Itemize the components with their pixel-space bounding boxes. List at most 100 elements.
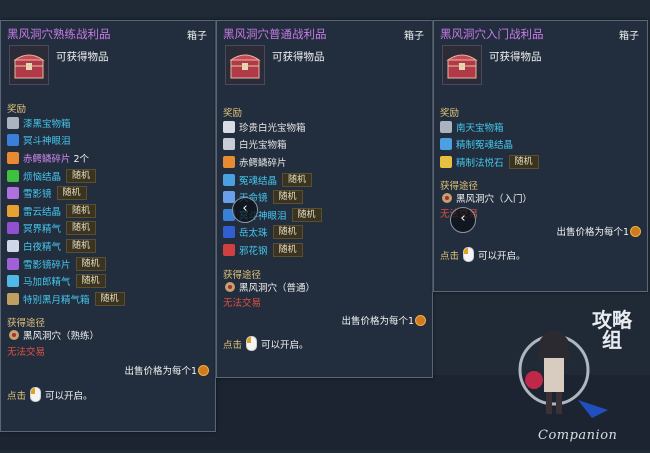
- random-badge: 随机: [66, 238, 97, 253]
- list-item[interactable]: 马加郎精气 随机: [7, 272, 125, 290]
- reward-list: 漆黑宝物箱 冥斗神眼泪 赤鳄鳞碎片 2个 烦恼结晶 随机 雪影镜 随机 雷云结晶 随机 …: [7, 114, 125, 308]
- magalang-spirit-icon: [7, 275, 19, 288]
- random-badge: 随机: [94, 291, 125, 306]
- random-badge: 随机: [56, 186, 87, 201]
- companion-chinese-label: 攻略组: [592, 308, 632, 352]
- list-item[interactable]: 南天宝物箱: [440, 118, 539, 136]
- list-item[interactable]: 邪花钢 随机: [223, 241, 322, 259]
- reward-list: 南天宝物箱 精制冤魂结晶 精制法悦石 随机: [440, 118, 539, 171]
- tear-icon: [7, 134, 19, 147]
- list-item[interactable]: 雷云结晶 随机: [7, 202, 125, 220]
- list-item[interactable]: 赤鳄鳞碎片: [223, 153, 322, 171]
- list-item[interactable]: 冥界精气 随机: [7, 220, 125, 238]
- cloud-crystal-icon: [7, 204, 19, 217]
- chest-icon: [225, 45, 265, 85]
- source-line: 黑风洞穴（熟练）: [9, 328, 99, 342]
- steel-icon: [223, 243, 235, 256]
- tooltip-panel-proficient: 黑风洞穴熟练战利品 箱子 可获得物品 奖励 漆黑宝物箱 冥斗神眼泪 赤鳄鳞碎片 2…: [0, 20, 216, 432]
- mirror-icon: [223, 191, 235, 204]
- rewards-label: 奖励: [7, 104, 27, 115]
- obtain-label: 可获得物品: [56, 51, 109, 63]
- random-badge: 随机: [272, 242, 303, 257]
- green-crystal-icon: [7, 169, 19, 182]
- dungeon-icon: [9, 330, 19, 340]
- chest-icon: [9, 45, 49, 85]
- open-hint: 点击 可以开启。: [440, 247, 526, 262]
- list-item[interactable]: 雪影镜 随机: [7, 184, 125, 202]
- panel-title: 黑风洞穴普通战利品: [223, 27, 327, 41]
- pearl-icon: [223, 226, 235, 239]
- coin-icon: [415, 314, 426, 326]
- list-item[interactable]: 赤鳄鳞碎片 2个: [7, 149, 125, 167]
- chest-icon: [440, 120, 452, 133]
- rewards-label: 奖励: [223, 108, 243, 119]
- spirit-icon: [7, 222, 19, 235]
- panel-title: 黑风洞穴入门战利品: [440, 27, 544, 41]
- carousel-prev-button[interactable]: ‹: [232, 197, 258, 223]
- list-item[interactable]: 岳太珠 随机: [223, 224, 322, 242]
- sell-price: 出售价格为每个1: [341, 313, 426, 327]
- coin-icon: [198, 364, 209, 376]
- chest-icon: [442, 45, 482, 85]
- sell-price: 出售价格为每个1: [124, 363, 209, 377]
- source-label: 获得途径: [223, 270, 262, 281]
- reward-list: 珍贵白光宝物箱 白光宝物箱 赤鳄鳞碎片 冤魂结晶 随机 天命镜 随机 冥斗神眼泪 随机…: [223, 118, 322, 259]
- scale-icon: [7, 151, 19, 164]
- random-badge: 随机: [66, 221, 97, 236]
- list-item[interactable]: 漆黑宝物箱: [7, 114, 125, 132]
- random-badge: 随机: [75, 274, 106, 289]
- random-badge: 随机: [66, 203, 97, 218]
- random-badge: 随机: [272, 225, 303, 240]
- random-badge: 随机: [75, 256, 106, 271]
- item-type: 箱子: [619, 31, 639, 42]
- mouse-icon: [463, 247, 475, 262]
- mirror-shard-icon: [7, 257, 19, 270]
- chest-icon: [7, 116, 19, 129]
- obtain-label: 可获得物品: [272, 51, 325, 63]
- companion-label: Companion: [538, 428, 618, 443]
- chest-icon: [223, 120, 235, 133]
- list-item[interactable]: 精制法悦石 随机: [440, 153, 539, 171]
- tooltip-panel-beginner: 黑风洞穴入门战利品 箱子 可获得物品 奖励 南天宝物箱 精制冤魂结晶 精制法悦石…: [433, 20, 648, 292]
- list-item[interactable]: 冤魂结晶 随机: [223, 171, 322, 189]
- list-item[interactable]: 精制冤魂结晶: [440, 136, 539, 154]
- stone-icon: [440, 155, 452, 168]
- item-type: 箱子: [404, 31, 424, 42]
- source-line: 黑风洞穴（普通）: [225, 280, 315, 294]
- scale-icon: [223, 155, 235, 168]
- mouse-icon: [246, 336, 258, 351]
- source-label: 获得途径: [440, 181, 479, 192]
- dungeon-icon: [442, 193, 452, 203]
- item-type: 箱子: [187, 31, 207, 42]
- soul-crystal-icon: [223, 173, 235, 186]
- untradeable-label: 无法交易: [223, 298, 262, 309]
- box-icon: [7, 292, 19, 305]
- source-label: 获得途径: [7, 318, 46, 329]
- list-item[interactable]: 雪影镜碎片 随机: [7, 255, 125, 273]
- untradeable-label: 无法交易: [7, 347, 46, 358]
- mouse-icon: [30, 387, 42, 402]
- panel-title: 黑风洞穴熟练战利品: [7, 27, 111, 41]
- random-badge: 随机: [66, 168, 97, 183]
- random-badge: 随机: [291, 207, 322, 222]
- list-item[interactable]: 白光宝物箱: [223, 136, 322, 154]
- list-item[interactable]: 烦恼结晶 随机: [7, 167, 125, 185]
- open-hint: 点击 可以开启。: [7, 387, 93, 402]
- soul-crystal-icon: [440, 138, 452, 151]
- random-badge: 随机: [508, 154, 539, 169]
- source-line: 黑风洞穴（入门）: [442, 191, 532, 205]
- rewards-label: 奖励: [440, 108, 460, 119]
- list-item[interactable]: 特别黑月精气箱 随机: [7, 290, 125, 308]
- mirror-icon: [7, 187, 19, 200]
- coin-icon: [630, 225, 641, 237]
- carousel-prev-button[interactable]: ‹: [450, 207, 476, 233]
- sell-price: 出售价格为每个1: [556, 224, 641, 238]
- white-spirit-icon: [7, 239, 19, 252]
- obtain-label: 可获得物品: [489, 51, 542, 63]
- chest-icon: [223, 138, 235, 151]
- list-item[interactable]: 白夜精气 随机: [7, 237, 125, 255]
- open-hint: 点击 可以开启。: [223, 336, 309, 351]
- list-item[interactable]: 冥斗神眼泪: [7, 132, 125, 150]
- list-item[interactable]: 珍贵白光宝物箱: [223, 118, 322, 136]
- dungeon-icon: [225, 282, 235, 292]
